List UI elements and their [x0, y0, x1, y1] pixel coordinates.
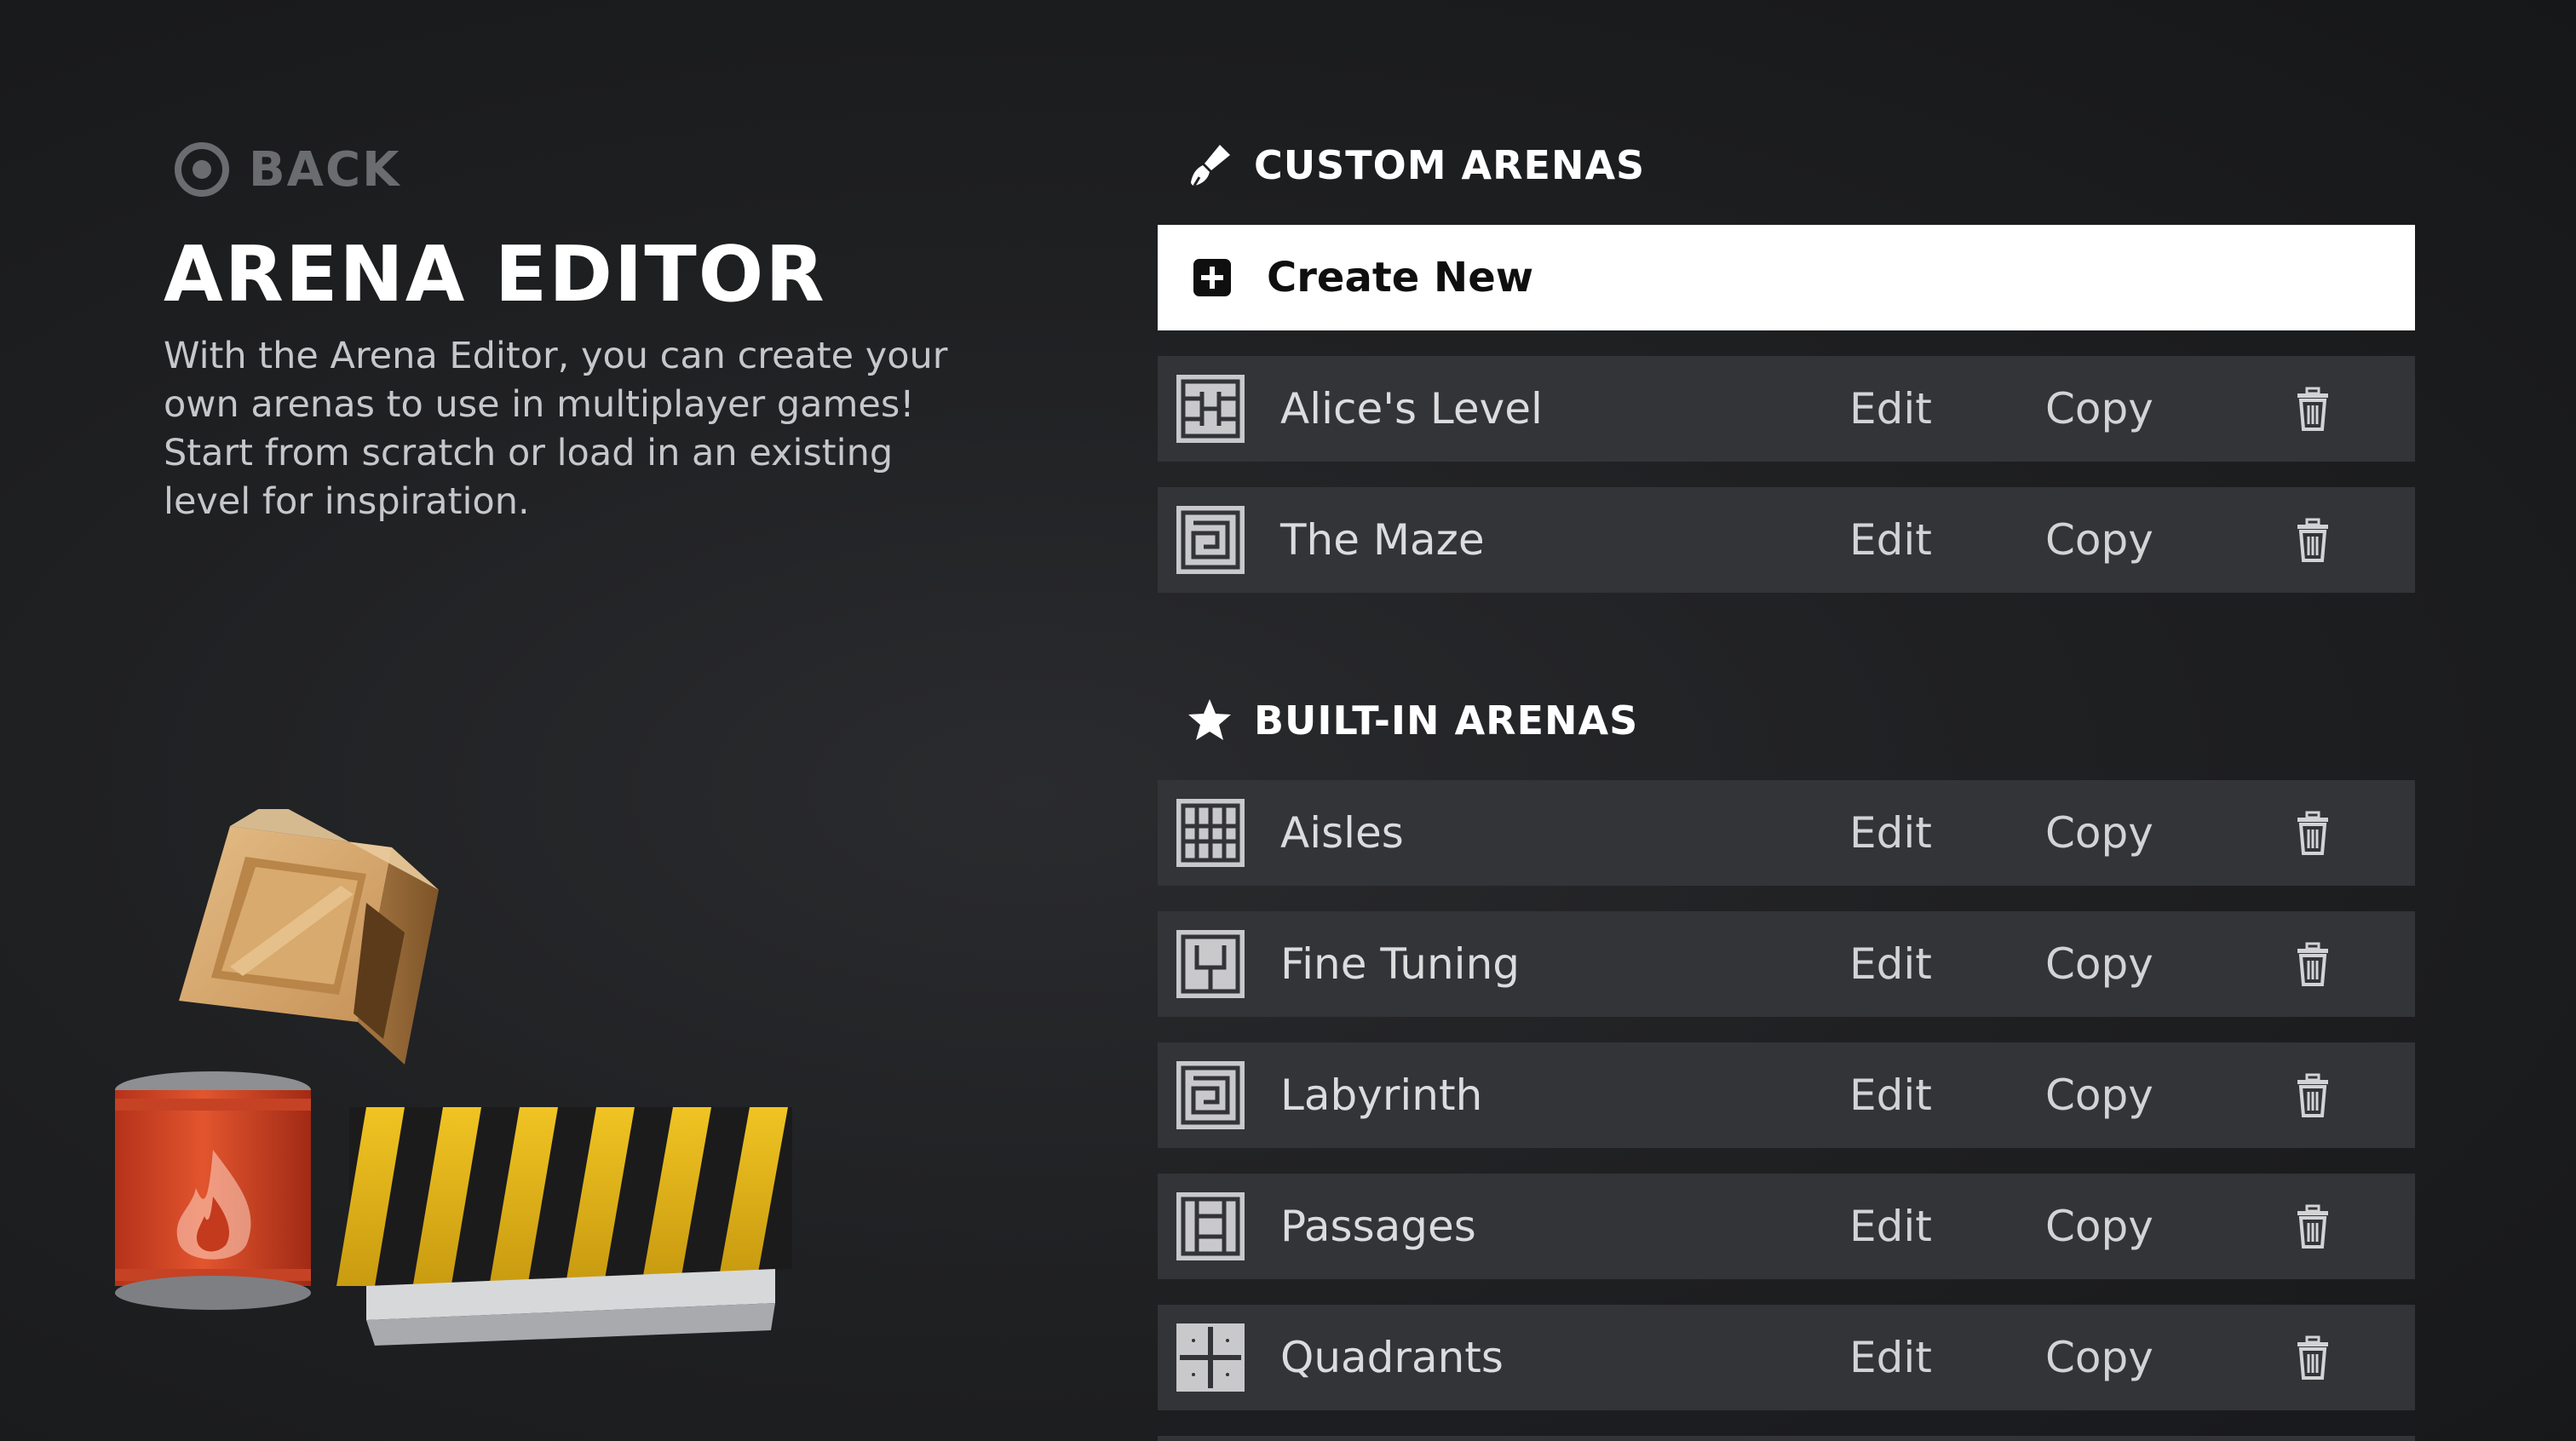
intro-description: With the Arena Editor, you can create yo…: [164, 335, 948, 523]
trash-icon[interactable]: [2294, 942, 2332, 986]
maze-layout-icon: [1176, 506, 1245, 574]
edit-button[interactable]: Edit: [1849, 808, 1932, 858]
copy-button[interactable]: Copy: [2045, 515, 2153, 565]
arena-name: Quadrants: [1280, 1333, 1504, 1382]
custom-arenas-title: CUSTOM ARENAS: [1254, 142, 1646, 188]
arena-name: Passages: [1280, 1202, 1476, 1251]
trash-icon[interactable]: [2294, 387, 2332, 431]
copy-button[interactable]: Copy: [2045, 384, 2153, 433]
copy-button[interactable]: Copy: [2045, 1333, 2153, 1382]
wooden-crate: [179, 809, 439, 1065]
copy-button[interactable]: Copy: [2045, 808, 2153, 858]
arena-name: Labyrinth: [1280, 1071, 1483, 1120]
labyrinth-layout-icon: [1176, 1061, 1245, 1129]
arena-props-illustration: [115, 809, 792, 1346]
custom-arenas-header: CUSTOM ARENAS: [1186, 141, 1645, 189]
fine-tuning-layout-icon: [1176, 930, 1245, 998]
arena-row-labyrinth[interactable]: Labyrinth Edit Copy: [1158, 1042, 2415, 1148]
plus-square-icon: [1193, 259, 1231, 296]
arena-row-passages[interactable]: Passages Edit Copy: [1158, 1174, 2415, 1279]
custom-arenas-list: Alice's Level Edit Copy The Maze Edit Co…: [1158, 356, 2415, 618]
star-icon: [1188, 699, 1231, 740]
arena-row-alices-level[interactable]: Alice's Level Edit Copy: [1158, 356, 2415, 462]
arena-row-the-maze[interactable]: The Maze Edit Copy: [1158, 487, 2415, 593]
arena-name: Alice's Level: [1280, 384, 1543, 433]
trash-icon[interactable]: [2294, 518, 2332, 562]
copy-button[interactable]: Copy: [2045, 1202, 2153, 1251]
built-in-arenas-title: BUILT-IN ARENAS: [1254, 698, 1639, 743]
built-in-arenas-list: Aisles Edit Copy Fine Tuning Edit Copy L…: [1158, 780, 2415, 1436]
edit-button[interactable]: Edit: [1849, 384, 1932, 433]
back-label: BACK: [249, 141, 401, 198]
arena-row-aisles[interactable]: Aisles Edit Copy: [1158, 780, 2415, 886]
arena-row-partial: [1158, 1436, 2415, 1441]
red-fire-barrel: [115, 1071, 311, 1310]
copy-button[interactable]: Copy: [2045, 939, 2153, 989]
edit-button[interactable]: Edit: [1849, 1333, 1932, 1382]
edit-button[interactable]: Edit: [1849, 1202, 1932, 1251]
page-title: ARENA EDITOR: [164, 230, 826, 319]
trash-icon[interactable]: [2294, 1204, 2332, 1249]
paintbrush-icon: [1191, 145, 1230, 187]
arena-row-fine-tuning[interactable]: Fine Tuning Edit Copy: [1158, 911, 2415, 1017]
edit-button[interactable]: Edit: [1849, 515, 1932, 565]
arena-name: Aisles: [1280, 808, 1404, 858]
circle-button-icon: [175, 142, 229, 197]
arena-row-quadrants[interactable]: Quadrants Edit Copy: [1158, 1305, 2415, 1410]
trash-icon[interactable]: [2294, 1335, 2332, 1380]
custom-grid-layout-icon: [1176, 375, 1245, 443]
built-in-arenas-header: BUILT-IN ARENAS: [1186, 697, 1638, 744]
copy-button[interactable]: Copy: [2045, 1071, 2153, 1120]
quadrants-layout-icon: [1176, 1323, 1245, 1392]
edit-button[interactable]: Edit: [1849, 1071, 1932, 1120]
back-button[interactable]: BACK: [174, 141, 401, 198]
trash-icon[interactable]: [2294, 811, 2332, 855]
aisles-layout-icon: [1176, 799, 1245, 867]
hazard-barrier: [336, 1107, 792, 1346]
edit-button[interactable]: Edit: [1849, 939, 1932, 989]
create-new-button[interactable]: Create New: [1158, 225, 2415, 330]
arena-name: The Maze: [1280, 515, 1485, 565]
trash-icon[interactable]: [2294, 1073, 2332, 1117]
arena-name: Fine Tuning: [1280, 939, 1521, 989]
create-new-label: Create New: [1267, 254, 1534, 301]
passages-layout-icon: [1176, 1192, 1245, 1260]
